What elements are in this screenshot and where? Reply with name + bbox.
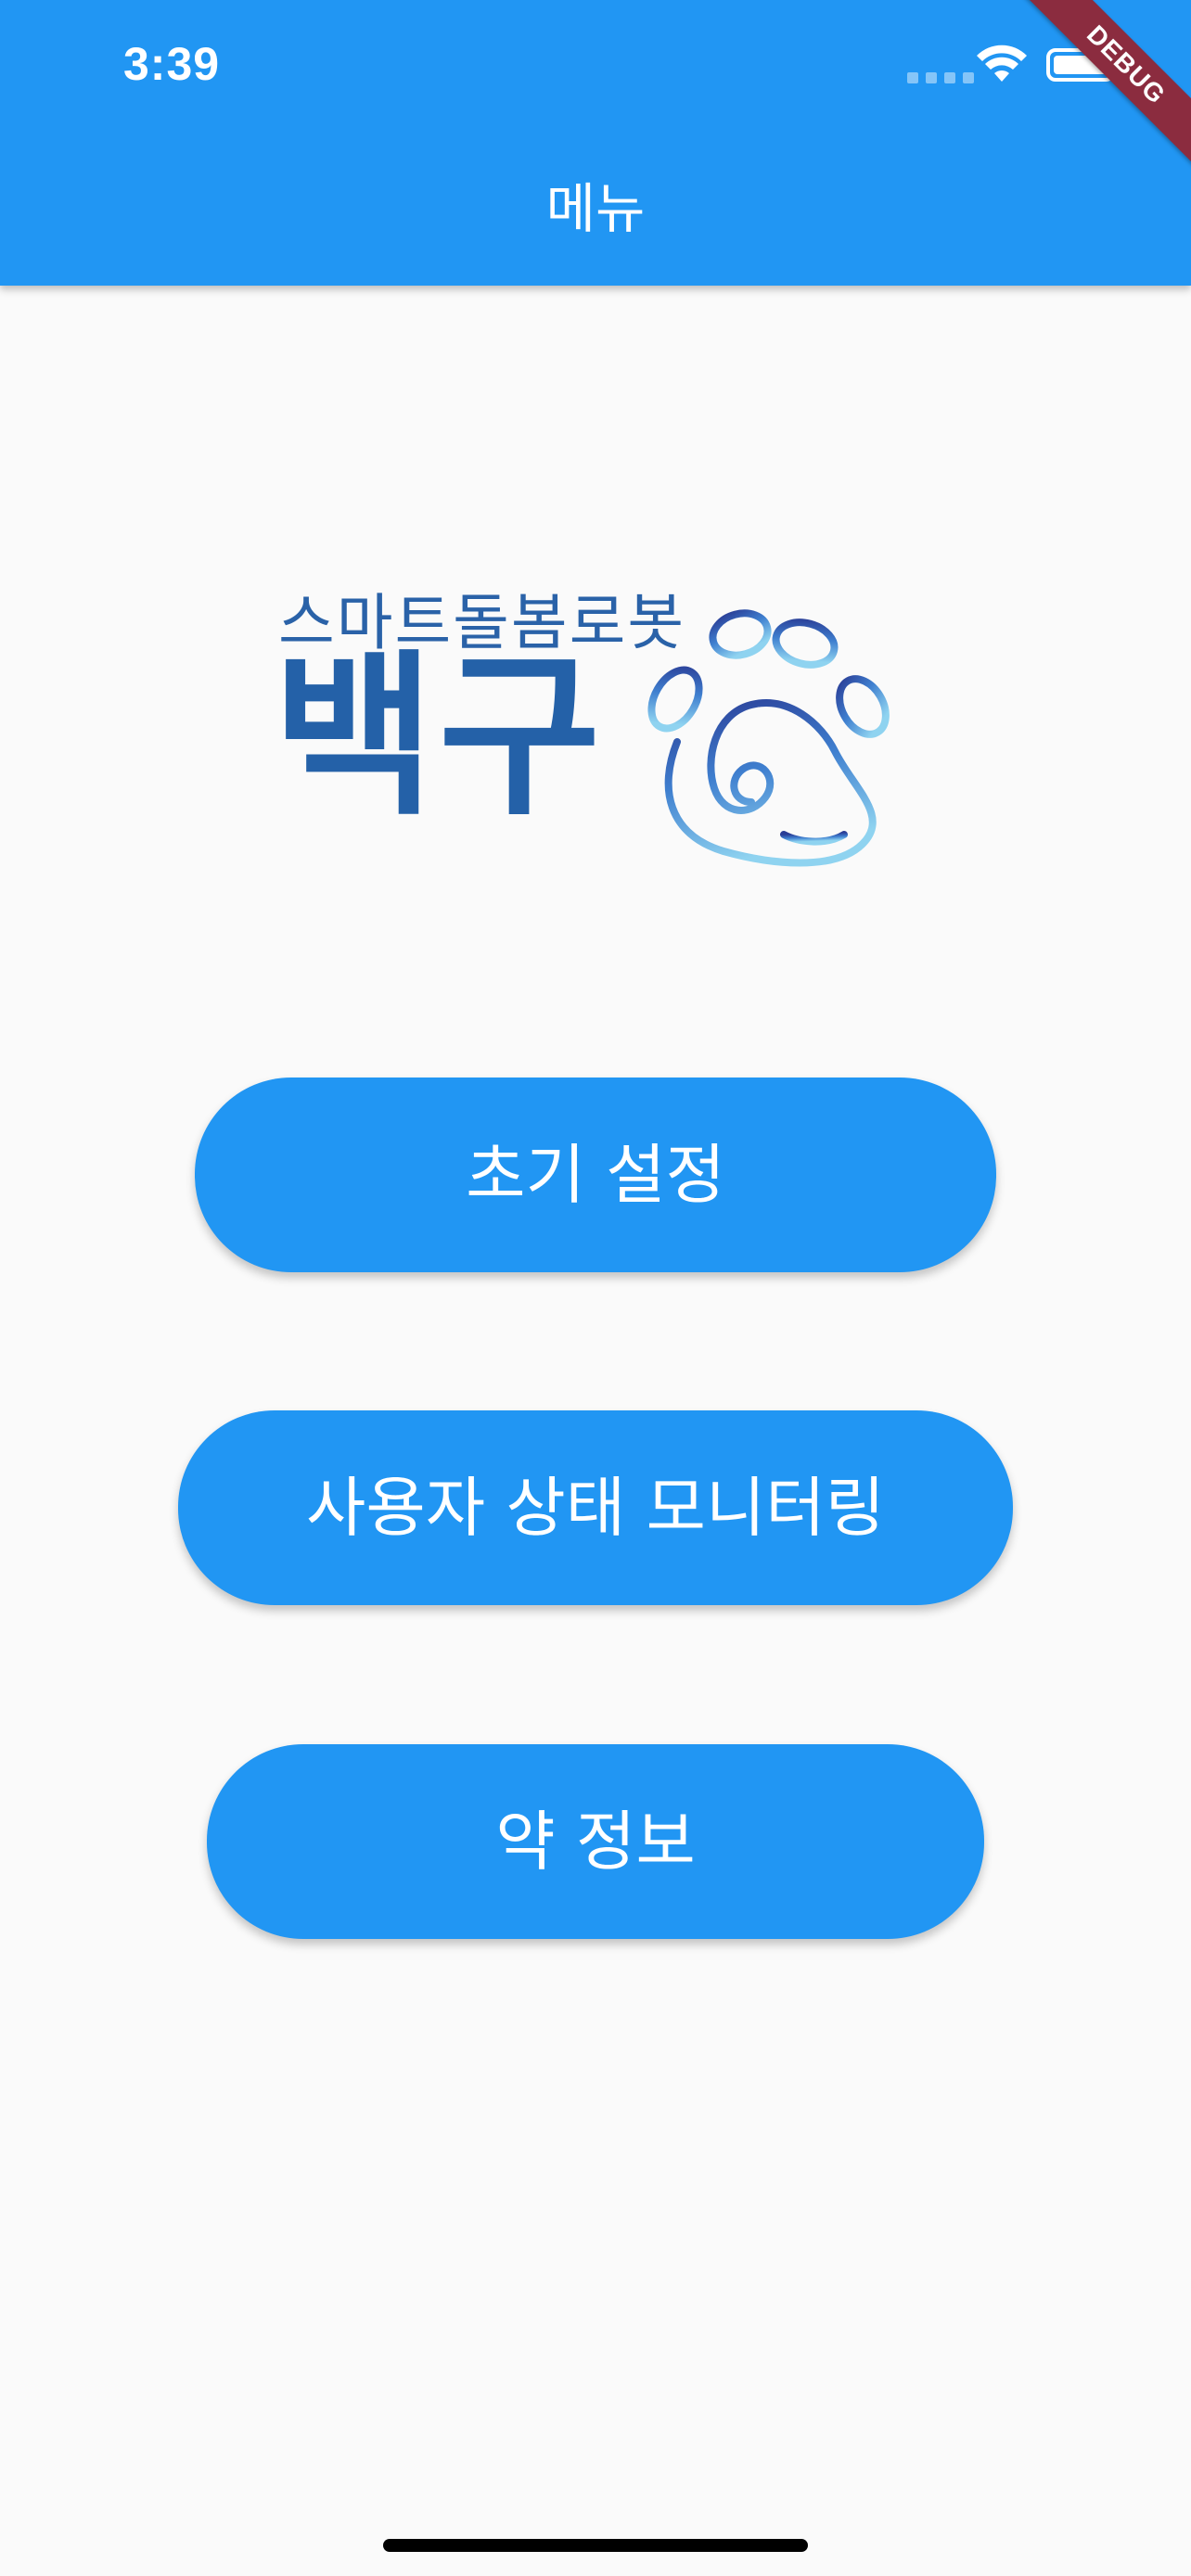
debug-banner: DEBUG [1005, 0, 1191, 185]
app-logo: 스마트돌봄로봇 백구 [269, 556, 937, 890]
home-indicator[interactable] [383, 2539, 808, 2552]
user-status-monitoring-button[interactable]: 사용자 상태 모니터링 [178, 1410, 1013, 1605]
logo-title: 백구 [273, 634, 605, 839]
status-time: 3:39 [123, 38, 221, 90]
initial-setup-button[interactable]: 초기 설정 [195, 1078, 996, 1272]
paw-icon [647, 609, 890, 867]
signal-icon [907, 72, 974, 83]
medicine-info-button[interactable]: 약 정보 [207, 1744, 984, 1939]
debug-label: DEBUG [1011, 0, 1191, 180]
